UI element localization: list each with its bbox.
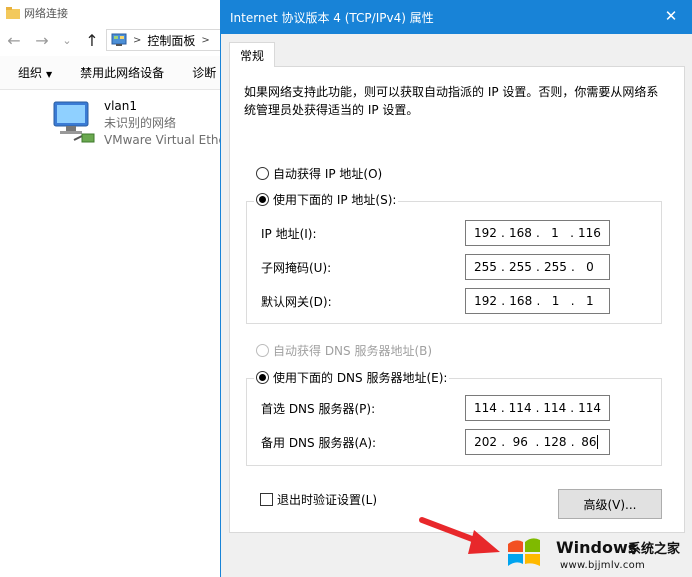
network-adapter-item[interactable]: vlan1 未识别的网络 VMware Virtual Ethe	[48, 98, 248, 154]
octet: 1	[551, 294, 560, 308]
octet-with-cursor: 86	[579, 435, 601, 450]
radio-disabled-icon	[256, 344, 269, 357]
octet: 192	[474, 294, 497, 308]
back-arrow-icon[interactable]: ←	[6, 31, 22, 50]
radio-unchecked-icon	[256, 167, 269, 180]
dns-auto-label: 自动获得 DNS 服务器地址(B)	[273, 344, 433, 358]
octet: 168	[509, 294, 533, 308]
octet: 1	[551, 226, 559, 240]
organize-menu[interactable]: 组织 ▼	[18, 64, 52, 81]
octet: 168	[508, 226, 532, 240]
alternate-dns-row: 备用 DNS 服务器(A): 202. 96. 128. 86	[247, 429, 661, 455]
octet: 114	[508, 401, 532, 415]
dialog-titlebar: Internet 协议版本 4 (TCP/IPv4) 属性 ✕	[221, 0, 692, 34]
close-icon[interactable]: ✕	[663, 8, 679, 24]
preferred-dns-label: 首选 DNS 服务器(P):	[261, 402, 376, 416]
breadcrumb-separator: >	[133, 34, 142, 46]
breadcrumb-separator: >	[201, 34, 210, 46]
caret-down-icon: ▼	[46, 70, 53, 79]
gateway-label: 默认网关(D):	[261, 295, 332, 309]
octet: 114	[473, 401, 497, 415]
octet: 114	[543, 401, 567, 415]
ipv4-properties-dialog: Internet 协议版本 4 (TCP/IPv4) 属性 ✕ 常规 如果网络支…	[220, 0, 692, 577]
gateway-input[interactable]: 192. 168. 1. 1	[465, 288, 610, 314]
subnet-mask-row: 子网掩码(U): 255. 255. 255. 0	[247, 254, 661, 280]
subnet-mask-input[interactable]: 255. 255. 255. 0	[465, 254, 610, 280]
history-dropdown-icon[interactable]: ⌄	[62, 34, 72, 47]
octet: 128	[543, 435, 567, 449]
octet: 202	[474, 435, 497, 449]
preferred-dns-row: 首选 DNS 服务器(P): 114. 114. 114. 114	[247, 395, 661, 421]
octet: 86	[581, 434, 597, 449]
adapter-device: VMware Virtual Ethe	[104, 133, 226, 147]
adapter-status: 未识别的网络	[104, 116, 177, 130]
validate-label: 退出时验证设置(L)	[277, 493, 378, 507]
intro-text: 如果网络支持此功能，则可以获取自动指派的 IP 设置。否则，你需要从网络系统管理…	[244, 85, 659, 117]
ip-auto-radio[interactable]: 自动获得 IP 地址(O)	[256, 165, 382, 182]
octet: 116	[578, 226, 601, 240]
general-tab-panel: 如果网络支持此功能，则可以获取自动指派的 IP 设置。否则，你需要从网络系统管理…	[229, 66, 685, 533]
adapter-name: vlan1	[104, 99, 138, 113]
dns-manual-label: 使用下面的 DNS 服务器地址(E):	[273, 371, 448, 385]
octet: 255	[508, 260, 532, 274]
octet: 192	[474, 226, 497, 240]
radio-checked-icon	[256, 371, 269, 384]
site-watermark: Windows 系统之家 www.bjjmlv.com	[500, 524, 692, 577]
ip-auto-label: 自动获得 IP 地址(O)	[273, 167, 383, 181]
watermark-brand: Windows	[556, 538, 638, 557]
explorer-title: 网络连接	[24, 7, 68, 20]
watermark-site-name: 系统之家	[628, 542, 681, 557]
dns-settings-group: 首选 DNS 服务器(P): 114. 114. 114. 114 备用 DNS…	[246, 378, 662, 466]
gateway-row: 默认网关(D): 192. 168. 1. 1	[247, 288, 661, 314]
octet: 255	[474, 260, 497, 274]
diagnose-button[interactable]: 诊断	[192, 64, 216, 81]
alternate-dns-input[interactable]: 202. 96. 128. 86	[465, 429, 610, 455]
octet: 114	[578, 401, 602, 415]
ip-address-input[interactable]: 192. 168. 1. 116	[465, 220, 610, 246]
disable-device-button[interactable]: 禁用此网络设备	[80, 64, 164, 81]
dialog-title: Internet 协议版本 4 (TCP/IPv4) 属性	[230, 10, 434, 25]
alternate-dns-label: 备用 DNS 服务器(A):	[261, 436, 377, 450]
text-cursor	[597, 435, 599, 450]
dns-manual-radio[interactable]: 使用下面的 DNS 服务器地址(E):	[254, 369, 450, 386]
red-arrow-icon	[419, 517, 500, 554]
radio-checked-icon	[256, 193, 269, 206]
ip-settings-group: IP 地址(I): 192. 168. 1. 116 子网掩码(U): 255.…	[246, 201, 662, 324]
checkbox-unchecked-icon	[260, 493, 273, 506]
octet: 255	[543, 260, 567, 274]
network-folder-icon	[6, 7, 20, 19]
octet: 0	[586, 260, 594, 274]
up-arrow-icon[interactable]: ↑	[84, 31, 100, 50]
advanced-button[interactable]: 高级(V)...	[558, 489, 662, 519]
network-adapter-icon	[53, 101, 95, 143]
windows-logo-icon	[508, 538, 540, 566]
ip-manual-radio[interactable]: 使用下面的 IP 地址(S):	[254, 191, 399, 208]
tab-general[interactable]: 常规	[229, 42, 275, 67]
octet: 96	[512, 435, 528, 449]
forward-arrow-icon[interactable]: →	[34, 31, 50, 50]
dns-auto-radio[interactable]: 自动获得 DNS 服务器地址(B)	[256, 342, 432, 359]
validate-checkbox[interactable]: 退出时验证设置(L)	[260, 491, 377, 508]
breadcrumb-control-panel[interactable]: 控制面板	[147, 32, 195, 49]
preferred-dns-input[interactable]: 114. 114. 114. 114	[465, 395, 610, 421]
subnet-mask-label: 子网掩码(U):	[261, 261, 332, 275]
octet: 1	[586, 294, 594, 308]
watermark-url: www.bjjmlv.com	[560, 560, 646, 571]
organize-label: 组织	[18, 66, 43, 80]
ip-manual-label: 使用下面的 IP 地址(S):	[273, 193, 397, 207]
ip-address-row: IP 地址(I): 192. 168. 1. 116	[247, 220, 661, 246]
ip-address-label: IP 地址(I):	[261, 227, 317, 241]
control-panel-icon	[111, 33, 127, 46]
